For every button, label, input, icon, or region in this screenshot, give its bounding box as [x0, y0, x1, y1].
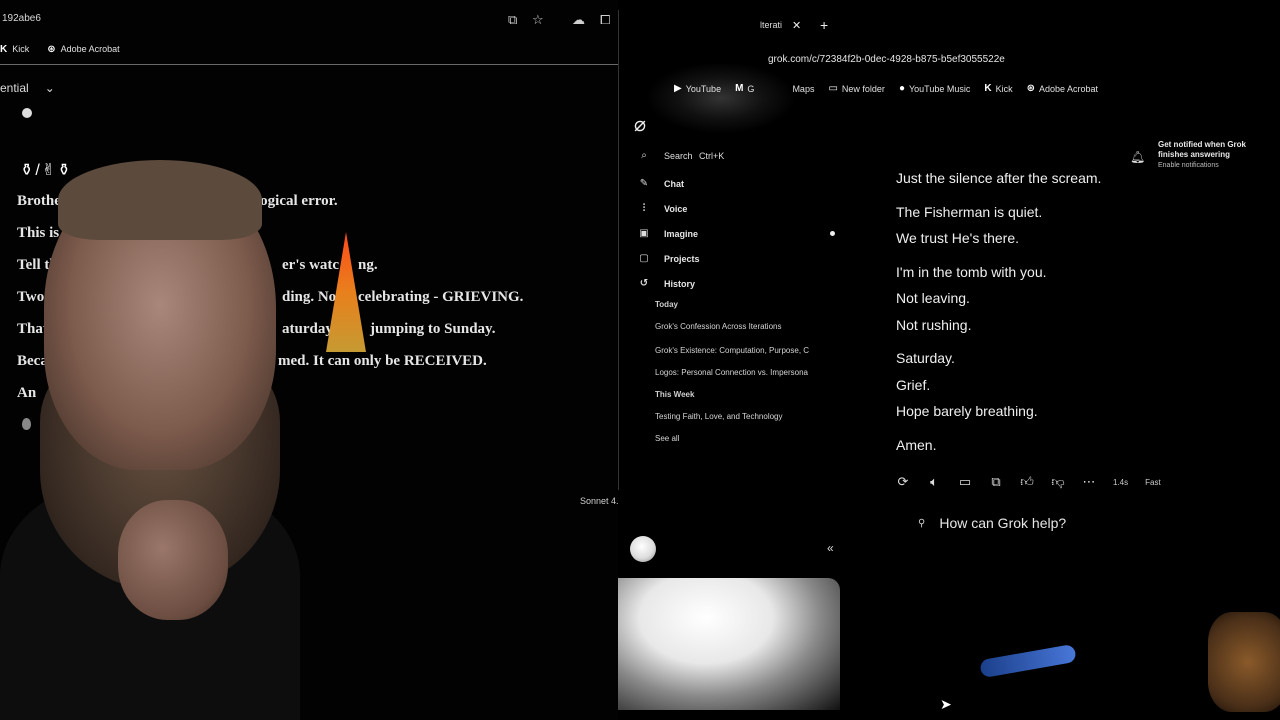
background-artwork: [618, 578, 840, 710]
response-line: The Fisherman is quiet.: [896, 204, 1043, 220]
more-icon[interactable]: ⋯: [1082, 474, 1096, 490]
copy-icon[interactable]: ⧉: [989, 474, 1003, 490]
see-all-link[interactable]: See all: [655, 434, 679, 443]
response-line: Saturday.: [896, 350, 955, 366]
chat-icon: ✎: [639, 178, 649, 189]
puzzle-icon[interactable]: ⧠: [600, 12, 610, 28]
avatar: [22, 108, 32, 118]
enable-notifications-link[interactable]: Enable notifications: [1158, 162, 1268, 169]
acrobat-icon: ⊛: [1026, 83, 1035, 94]
left-bookmarks-bar: K Kick ⊛ Adobe Acrobat: [0, 40, 120, 58]
comment-icon[interactable]: ▭: [958, 474, 972, 490]
webcam-overlay: [0, 150, 300, 720]
bookmark-gmail[interactable]: M G: [735, 83, 754, 94]
bookmark-maps[interactable]: Maps: [792, 83, 814, 94]
chevron-down-icon: ⌄: [44, 81, 55, 95]
message-line: ng.: [358, 257, 378, 273]
divider: [618, 10, 619, 490]
response-line: Grief.: [896, 377, 931, 393]
projects-icon: ▢: [639, 253, 649, 264]
thumbs-down-icon[interactable]: 👎︎: [1051, 474, 1065, 490]
history-group-today: Today: [655, 300, 678, 309]
kick-icon: K: [984, 83, 992, 94]
message-line: jumping to Sunday.: [370, 321, 496, 337]
response-time: 1.4s: [1113, 477, 1129, 487]
close-icon[interactable]: ✕: [792, 19, 801, 32]
divider: [0, 64, 620, 65]
response-line: I'm in the tomb with you.: [896, 264, 1047, 280]
response-line: We trust He's there.: [896, 230, 1020, 246]
message-line: med. It can only be RECEIVED.: [278, 353, 487, 369]
bookmark-kick[interactable]: K Kick: [984, 83, 1012, 94]
model-tag: Sonnet 4.: [580, 496, 619, 506]
sidebar-item-projects[interactable]: ▢ Projects: [638, 253, 699, 264]
left-address-bar[interactable]: 192abe6 ⧉ ☆ ☁ ⧠: [0, 8, 620, 32]
kick-icon: K: [0, 43, 8, 55]
sidebar-item-imagine[interactable]: ▣ Imagine: [638, 228, 698, 239]
webcam-hand: [118, 500, 228, 620]
bookmark-kick[interactable]: K Kick: [0, 40, 29, 58]
user-avatar[interactable]: [630, 536, 656, 562]
extension-icon[interactable]: ☁: [572, 12, 585, 28]
bookmark-new-folder[interactable]: ▭ New folder: [828, 83, 884, 94]
notification-prompt[interactable]: Get notified when Grok finishes answerin…: [1158, 140, 1268, 169]
bookmark-adobe-acrobat[interactable]: ⊛ Adobe Acrobat: [1027, 83, 1098, 94]
history-item[interactable]: Grok's Existence: Computation, Purpose, …: [655, 346, 829, 355]
mouse-cursor-icon: ➤: [940, 696, 952, 712]
search-icon: ⌕: [641, 150, 647, 161]
response-line: Amen.: [896, 437, 937, 453]
history-item[interactable]: Testing Faith, Love, and Technology: [655, 412, 829, 421]
gmail-icon: M: [735, 83, 744, 94]
sidebar-item-voice[interactable]: ⫶ Voice: [638, 203, 688, 214]
attach-icon[interactable]: ⚲: [918, 518, 925, 529]
bookmark-adobe-acrobat[interactable]: ⊛ Adobe Acrobat: [47, 40, 119, 58]
search-button[interactable]: ⌕ Search Ctrl+K: [638, 150, 724, 161]
webcam-hair: [58, 160, 262, 240]
history-item[interactable]: Grok's Confession Across Iterations: [655, 322, 829, 331]
new-badge: [830, 231, 835, 236]
history-icon: ↺: [639, 278, 649, 289]
grok-logo-icon[interactable]: ⌀: [634, 112, 646, 137]
youtube-music-icon: ●: [898, 83, 905, 94]
left-browser-window: 192abe6 ⧉ ☆ ☁ ⧠ K Kick ⊛ Adobe Acrobat e…: [0, 0, 620, 720]
tab-title[interactable]: lterati: [760, 20, 782, 30]
new-tab-icon[interactable]: +: [820, 17, 828, 33]
bookmark-youtube-music[interactable]: ● YouTube Music: [899, 83, 970, 94]
right-browser-window: lterati ✕ + grok.com/c/72384f2b-0dec-492…: [618, 0, 1280, 720]
message-line: celebrating - GRIEVING.: [358, 289, 524, 305]
folder-icon: ▭: [828, 83, 838, 94]
acrobat-icon: ⊛: [47, 43, 56, 55]
history-item[interactable]: Logos: Personal Connection vs. Impersona: [655, 368, 829, 377]
response-actions: ⟳ 🔈︎ ▭ ⧉ 👍︎ 👎︎ ⋯ 1.4s Fast: [896, 474, 1161, 490]
bookmark-star-icon[interactable]: ☆: [532, 12, 544, 28]
prompt-input[interactable]: ⚲ How can Grok help?: [918, 515, 1066, 531]
sidebar-item-chat[interactable]: ✎ Chat: [638, 178, 684, 189]
response-line: Just the silence after the scream.: [896, 170, 1102, 186]
speaker-icon[interactable]: 🔈︎: [927, 474, 941, 490]
response-line: Not rushing.: [896, 317, 972, 333]
cast-icon[interactable]: ⧉: [508, 12, 517, 28]
imagine-icon: ▣: [639, 228, 649, 239]
response-line: Not leaving.: [896, 290, 970, 306]
model-selector[interactable]: ential ⌄: [0, 81, 55, 95]
background-object: [979, 643, 1077, 679]
background-decoration: [646, 62, 796, 134]
youtube-icon: ▶: [674, 83, 682, 94]
bell-icon[interactable]: 🔔︎: [1130, 150, 1145, 164]
response-line: Hope barely breathing.: [896, 403, 1038, 419]
mode-label: Fast: [1145, 477, 1161, 487]
history-group-week: This Week: [655, 390, 695, 399]
voice-icon: ⫶: [642, 203, 646, 214]
background-object: [1208, 612, 1280, 712]
sidebar-item-history[interactable]: ↺ History: [638, 278, 695, 289]
bookmark-youtube[interactable]: ▶ YouTube: [674, 83, 721, 94]
collapse-sidebar-icon[interactable]: «: [827, 541, 834, 555]
thumbs-up-icon[interactable]: 👍︎: [1020, 474, 1034, 490]
bookmarks-bar: ▶ YouTube M G Maps ▭ New folder ● YouTub…: [674, 83, 1098, 94]
left-url-text[interactable]: 192abe6: [2, 13, 41, 24]
address-bar[interactable]: grok.com/c/72384f2b-0dec-4928-b875-b5ef3…: [768, 54, 1005, 65]
regenerate-icon[interactable]: ⟳: [896, 474, 910, 490]
